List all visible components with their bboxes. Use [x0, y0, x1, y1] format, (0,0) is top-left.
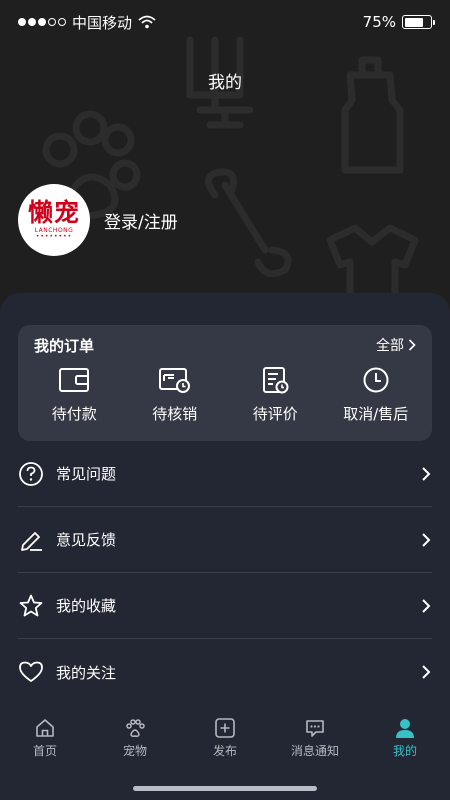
message-icon [306, 720, 324, 737]
tab-label: 我的 [392, 744, 417, 758]
paw-icon [126, 719, 145, 737]
clock-icon [363, 367, 389, 393]
wifi-icon [138, 15, 156, 29]
chevron-right-icon [422, 598, 431, 613]
chevron-right-icon [422, 532, 431, 547]
menu-label: 意见反馈 [56, 531, 117, 549]
status-right: 75% [362, 13, 435, 31]
status-bar: 中国移动 75% [0, 0, 450, 44]
pet-pattern-decoration [42, 36, 419, 304]
chevron-right-icon [408, 339, 416, 351]
tab-home[interactable]: 首页 [0, 717, 90, 800]
order-pending-payment[interactable]: 待付款 [28, 365, 120, 424]
orders-card: 我的订单 全部 待付款 待核销 待评价 取消/售后 [18, 325, 432, 441]
review-document-icon [263, 367, 289, 394]
tab-label: 首页 [32, 744, 57, 758]
home-indicator[interactable] [133, 786, 317, 791]
star-icon [18, 593, 44, 619]
menu-item-following[interactable]: 我的关注 [18, 639, 432, 705]
orders-header: 我的订单 全部 [18, 325, 432, 365]
tab-label: 宠物 [122, 744, 147, 758]
wallet-icon [59, 368, 90, 392]
order-cancel-aftersale[interactable]: 取消/售后 [330, 365, 422, 424]
question-icon [18, 461, 44, 487]
carrier-name: 中国移动 [72, 13, 133, 32]
order-pending-review[interactable]: 待评价 [229, 365, 321, 424]
cellular-signal-icon [18, 18, 66, 26]
order-label: 取消/售后 [343, 405, 409, 423]
pencil-icon [18, 527, 44, 553]
order-pending-verify[interactable]: 待核销 [129, 365, 221, 424]
tab-mine[interactable]: 我的 [360, 717, 450, 800]
status-left: 中国移动 [18, 12, 156, 33]
home-icon [36, 719, 54, 737]
plus-square-icon [215, 718, 235, 738]
orders-row: 待付款 待核销 待评价 取消/售后 [18, 365, 432, 424]
chevron-right-icon [422, 665, 431, 679]
orders-all-link[interactable]: 全部 [376, 335, 416, 355]
orders-title: 我的订单 [34, 336, 95, 355]
menu-label: 我的收藏 [56, 597, 117, 615]
settings-menu: 常见问题 意见反馈 我的收藏 我的关注 [18, 441, 432, 705]
tab-label: 消息通知 [290, 744, 339, 758]
chevron-right-icon [422, 466, 431, 481]
order-label: 待评价 [252, 405, 298, 423]
menu-label: 我的关注 [56, 663, 117, 682]
menu-label: 常见问题 [56, 465, 117, 483]
menu-item-favorites[interactable]: 我的收藏 [18, 573, 432, 639]
tab-label: 发布 [212, 744, 237, 758]
page-title: 我的 [208, 73, 242, 93]
avatar-logo-text: 懒宠 [27, 198, 80, 227]
order-label: 待付款 [51, 405, 97, 423]
avatar[interactable]: 懒宠 LANCHONG •••••••• [18, 184, 90, 256]
login-register-link[interactable]: 登录/注册 [104, 208, 178, 233]
header-background: 中国移动 75% 我的 懒宠 LANCHONG •••••••• 登录/注册 [0, 0, 450, 320]
verify-card-icon [158, 368, 190, 393]
heart-icon [18, 659, 44, 685]
profile-section[interactable]: 懒宠 LANCHONG •••••••• 登录/注册 [18, 184, 178, 256]
orders-all-label: 全部 [376, 338, 404, 354]
menu-item-feedback[interactable]: 意见反馈 [18, 507, 432, 573]
menu-item-faq[interactable]: 常见问题 [18, 441, 432, 507]
avatar-logo-dots: •••••••• [35, 233, 73, 240]
person-icon [396, 719, 414, 738]
battery-icon [402, 15, 435, 29]
battery-percent: 75% [362, 13, 396, 31]
order-label: 待核销 [152, 405, 198, 423]
